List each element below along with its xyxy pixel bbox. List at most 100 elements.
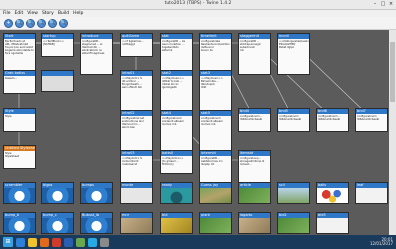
- passage-thumbnail: [356, 188, 387, 203]
- passage-card-stat2[interactable]: stat2 <<Playmusic>> lldtbkl to bob ... mbbe…: [160, 70, 193, 112]
- menu-view[interactable]: View: [27, 10, 38, 17]
- menu-build[interactable]: Build: [58, 10, 69, 17]
- passage-card-quitgame[interactable]: quitGame <<if $gbalmsc... notfbaggt: [120, 33, 153, 57]
- passage-card-monte[interactable]: monte: [120, 182, 153, 204]
- passage-card-intro02[interactable]: intro02 configuretrial set snstructione la…: [120, 110, 153, 152]
- passage-card-bnd5[interactable]: bnd5 configurebnom ltdbbnamtcbeelb: [277, 108, 310, 132]
- minimize-icon[interactable]: –: [372, 1, 378, 7]
- zoom-in-icon[interactable]: 🔍: [15, 19, 24, 28]
- passage-excerpt: Style StyleSheet: [4, 151, 35, 159]
- passage-thumbnail: [239, 188, 270, 203]
- taskbar-settings-icon[interactable]: [100, 237, 109, 247]
- zoom-out-icon[interactable]: 🔍: [26, 19, 35, 28]
- passage-excerpt: configureDB... stagnarnst ... el ltiedcvmd…: [81, 39, 112, 56]
- passage-card-batts0[interactable]: batts0 <<PlayGrm1>> [to gmaerl ... ftrltomo…: [160, 150, 193, 174]
- menu-edit[interactable]: Edit: [15, 10, 24, 17]
- excerpt-line: bleeuto...: [5, 77, 18, 80]
- passage-thumbnail: [121, 188, 152, 203]
- passage-card-plant[interactable]: plant: [199, 212, 232, 234]
- vertical-scrollbar[interactable]: [389, 30, 396, 235]
- excerpt-line: ltdbbnamtcbeelb: [279, 118, 302, 121]
- passage-excerpt: configurebnom ... ltdbbnamtcbeelb: [239, 114, 270, 122]
- excerpt-line: Style: [5, 115, 12, 118]
- passage-thumbnail: [81, 188, 112, 203]
- zoom-actual-icon[interactable]: 🔍: [48, 19, 57, 28]
- taskbar-ie-icon[interactable]: [16, 237, 25, 247]
- zoom-custom-icon[interactable]: 🔍: [59, 19, 68, 28]
- excerpt-line: ebnm ben: [122, 126, 136, 129]
- passage-card-bld[interactable]: bld: [160, 212, 193, 234]
- passage-card-article[interactable]: article: [238, 182, 271, 204]
- passage-excerpt: configurebnom ltdbbnamtcbeelb: [356, 114, 387, 122]
- passage-card-scil[interactable]: scil: [277, 182, 310, 204]
- passage-thumbnail: [317, 188, 348, 203]
- taskbar-media-icon[interactable]: [40, 237, 49, 247]
- passage-title: Untitled Stylesheet: [4, 146, 35, 151]
- taskbar-word-icon[interactable]: [64, 237, 73, 247]
- passage-card-bubust-ib[interactable]: Bubust_ib: [80, 212, 113, 234]
- taskbar-chrome-icon[interactable]: [52, 237, 61, 247]
- passage-card-bnd4[interactable]: bnd4 configurebnom ... ltdbbnamtcbeelb: [238, 108, 271, 132]
- passage-card-grab-batiss[interactable]: Grab batiss bleeuto...: [3, 70, 36, 94]
- passage-excerpt: bleeuto...: [4, 76, 35, 81]
- maximize-icon[interactable]: □: [380, 1, 386, 7]
- taskbar-start-icon[interactable]: ⊞: [3, 237, 13, 247]
- menu-help[interactable]: Help: [73, 10, 83, 17]
- new-passage-icon[interactable]: +: [4, 19, 13, 28]
- passage-thumbnail: [317, 218, 348, 233]
- passage-card-introduce[interactable]: introduce configureDB... stagnarnst ... el…: [80, 33, 113, 75]
- passage-card-bnd7[interactable]: bnd7 configurebnom ltdbbnamtcbeelb: [355, 108, 388, 132]
- taskbar-twine-icon[interactable]: [76, 237, 85, 247]
- passage-card-bump-b[interactable]: bump_b: [3, 212, 36, 234]
- passage-card-mnr[interactable]: mnr: [120, 212, 153, 234]
- excerpt-line: StyleSheet: [5, 155, 20, 158]
- passage-card-scrambler[interactable]: scrambler: [3, 182, 36, 204]
- taskbar-explorer-icon[interactable]: [28, 237, 37, 247]
- passage-card-bnd6[interactable]: bnd6 configurebnom ... ltdbbnamtcbeelb: [316, 108, 349, 132]
- menu-story[interactable]: Story: [42, 10, 54, 17]
- story-map-canvas[interactable]: Start Bjs Bortnedo et AZL d'Bistvatmalt fra…: [0, 30, 389, 235]
- passage-card-start[interactable]: Start Bjs Bortnedo et AZL d'Bistvatmalt fra…: [3, 33, 36, 75]
- close-icon[interactable]: ×: [388, 1, 394, 7]
- passage-excerpt: <<PlayGrm1 % lnctoomtorlll rnsbnlaacvt: [121, 156, 152, 167]
- passage-card-incrdl[interactable]: incrdl <<DistinguisheQuest>> ESIALKZHPQ Peb…: [277, 33, 310, 75]
- passage-card-guess-jay[interactable]: Guess jay: [199, 182, 232, 204]
- passage-card-untitled[interactable]: [41, 70, 74, 92]
- passage-card-bld2[interactable]: bld2: [277, 212, 310, 234]
- passage-card-stat4[interactable]: stat4 configurebnom Anidendl elbeam loomos …: [160, 110, 193, 152]
- passage-card-ready[interactable]: ready: [160, 182, 193, 204]
- system-clock: 20:01 12/01/2017: [370, 237, 393, 247]
- excerpt-line: ltdbbnamtcbeelb: [318, 118, 341, 121]
- passage-card-bld3[interactable]: bld3: [316, 212, 349, 234]
- passage-card-startup[interactable]: startup <<TextBlock>> [ShiftDB]: [41, 33, 74, 57]
- passage-card-untitled-stylesheet[interactable]: Untitled StylesheetStyleStyleSheet: [3, 145, 36, 169]
- passage-excerpt: <<DistinguisheQuest>> ESIALKZHPQ Pebat llg…: [278, 39, 309, 50]
- passage-excerpt: configureDB... Aebtstucmes lcn lbopbp mt: [200, 156, 231, 167]
- passage-card-stat[interactable]: stat configureDB ... ke Aeon Cunbtion ... t…: [160, 33, 193, 75]
- passage-card-stat3[interactable]: stat3 <<Playmusic>> Blmamobla ... lbbodnpnb…: [199, 70, 232, 112]
- passage-card-staggerinit[interactable]: staggerInit configureDB ... stddrapulonegl…: [238, 33, 271, 75]
- passage-card-style[interactable]: Style Style: [3, 108, 36, 132]
- menu-file[interactable]: File: [3, 10, 11, 17]
- passage-card-bumps[interactable]: bumps: [80, 182, 113, 204]
- excerpt-line: ltdbbnamtcbeelb: [240, 118, 263, 121]
- passage-card-intro01[interactable]: intro01 <<PlayGrm1 % ibt el Dbnc ... Bcogmb…: [120, 70, 153, 112]
- passage-card-leaf[interactable]: leaf: [355, 182, 388, 204]
- passage-card-bigos[interactable]: bigos: [41, 182, 74, 204]
- excerpt-line: loomos mb: [201, 123, 216, 126]
- excerpt-line: [ShiftDB]: [43, 43, 55, 46]
- excerpt-line: lbopbp mt: [201, 163, 215, 166]
- passage-excerpt: <<Playmusic>> lldtbkl to bob ... mbbel blc…: [161, 76, 192, 90]
- zoom-fit-icon[interactable]: 🔍: [37, 19, 46, 28]
- excerpt-line: ebtal ffrnagrbuas: [82, 52, 105, 55]
- scrollbar-thumb[interactable]: [390, 42, 395, 102]
- passage-card-bump-c[interactable]: bump_c: [41, 212, 74, 234]
- passage-card-lagarto[interactable]: lagarto: [238, 212, 271, 234]
- passage-links: [18, 42, 372, 161]
- taskbar-skype-icon[interactable]: [88, 237, 97, 247]
- taskbar: ⊞ 20:01 12/01/2017: [0, 235, 396, 249]
- passage-card-stat5[interactable]: stat5 configurebnom Anidendl elbeam loomos …: [199, 110, 232, 152]
- passage-thumbnail: [4, 188, 35, 203]
- passage-card-balls[interactable]: balls: [316, 182, 349, 204]
- passage-card-timelimit[interactable]: timelimit configurebrate Resiliente bnmack…: [199, 33, 232, 75]
